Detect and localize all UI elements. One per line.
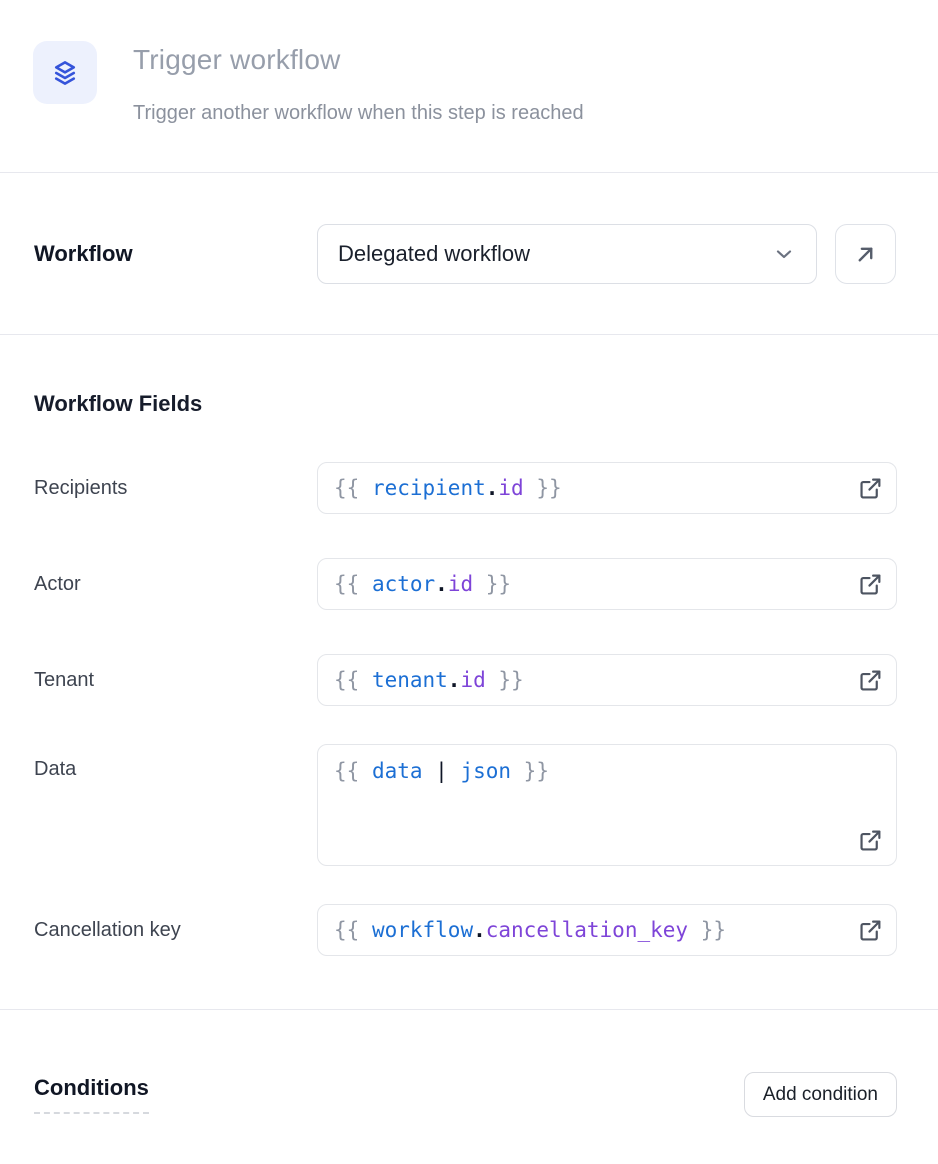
step-icon-container (33, 41, 97, 104)
divider (0, 334, 938, 335)
workflow-label: Workflow (34, 241, 133, 266)
recipients-input[interactable]: {{ recipient.id }} (317, 462, 897, 514)
field-label: Cancellation key (34, 904, 317, 956)
data-textarea[interactable]: {{ data | json }} (317, 744, 897, 866)
divider (0, 172, 938, 173)
arrow-up-right-icon (853, 242, 878, 267)
cancellation-key-input[interactable]: {{ workflow.cancellation_key }} (317, 904, 897, 956)
external-link-icon[interactable] (857, 917, 883, 943)
layers-icon (50, 58, 80, 88)
field-label: Recipients (34, 462, 317, 514)
workflow-select-value: Delegated workflow (338, 241, 772, 267)
liquid-expression: {{ data | json }} (334, 758, 549, 784)
field-row-tenant: Tenant {{ tenant.id }} (34, 654, 897, 706)
liquid-expression: {{ tenant.id }} (334, 667, 524, 693)
conditions-heading: Conditions (34, 1075, 149, 1114)
panel-header: Trigger workflow Trigger another workflo… (0, 0, 938, 127)
field-row-recipients: Recipients {{ recipient.id }} (34, 462, 897, 514)
field-label: Data (34, 744, 317, 866)
field-label: Actor (34, 558, 317, 610)
workflow-fields-heading: Workflow Fields (34, 390, 898, 418)
tenant-input[interactable]: {{ tenant.id }} (317, 654, 897, 706)
external-link-icon[interactable] (857, 475, 883, 501)
liquid-expression: {{ workflow.cancellation_key }} (334, 917, 726, 943)
header-text: Trigger workflow Trigger another workflo… (133, 41, 584, 127)
trigger-workflow-panel: Trigger workflow Trigger another workflo… (0, 0, 938, 1164)
external-link-icon[interactable] (857, 827, 883, 853)
liquid-expression: {{ actor.id }} (334, 571, 511, 597)
divider (0, 1009, 938, 1010)
field-label: Tenant (34, 654, 317, 706)
field-row-actor: Actor {{ actor.id }} (34, 558, 897, 610)
add-condition-button[interactable]: Add condition (744, 1072, 897, 1117)
page-title: Trigger workflow (133, 43, 584, 77)
conditions-section: Conditions Add condition (34, 1072, 897, 1117)
workflow-selector-row: Workflow Delegated workflow (34, 224, 897, 284)
workflow-select[interactable]: Delegated workflow (317, 224, 817, 284)
liquid-expression: {{ recipient.id }} (334, 475, 562, 501)
open-workflow-button[interactable] (835, 224, 896, 284)
chevron-down-icon (772, 242, 796, 266)
external-link-icon[interactable] (857, 667, 883, 693)
actor-input[interactable]: {{ actor.id }} (317, 558, 897, 610)
field-row-data: Data {{ data | json }} (34, 744, 897, 866)
workflow-label-column: Workflow (34, 241, 317, 267)
page-subtitle: Trigger another workflow when this step … (133, 99, 584, 127)
field-row-cancellation-key: Cancellation key {{ workflow.cancellatio… (34, 904, 897, 956)
external-link-icon[interactable] (857, 571, 883, 597)
